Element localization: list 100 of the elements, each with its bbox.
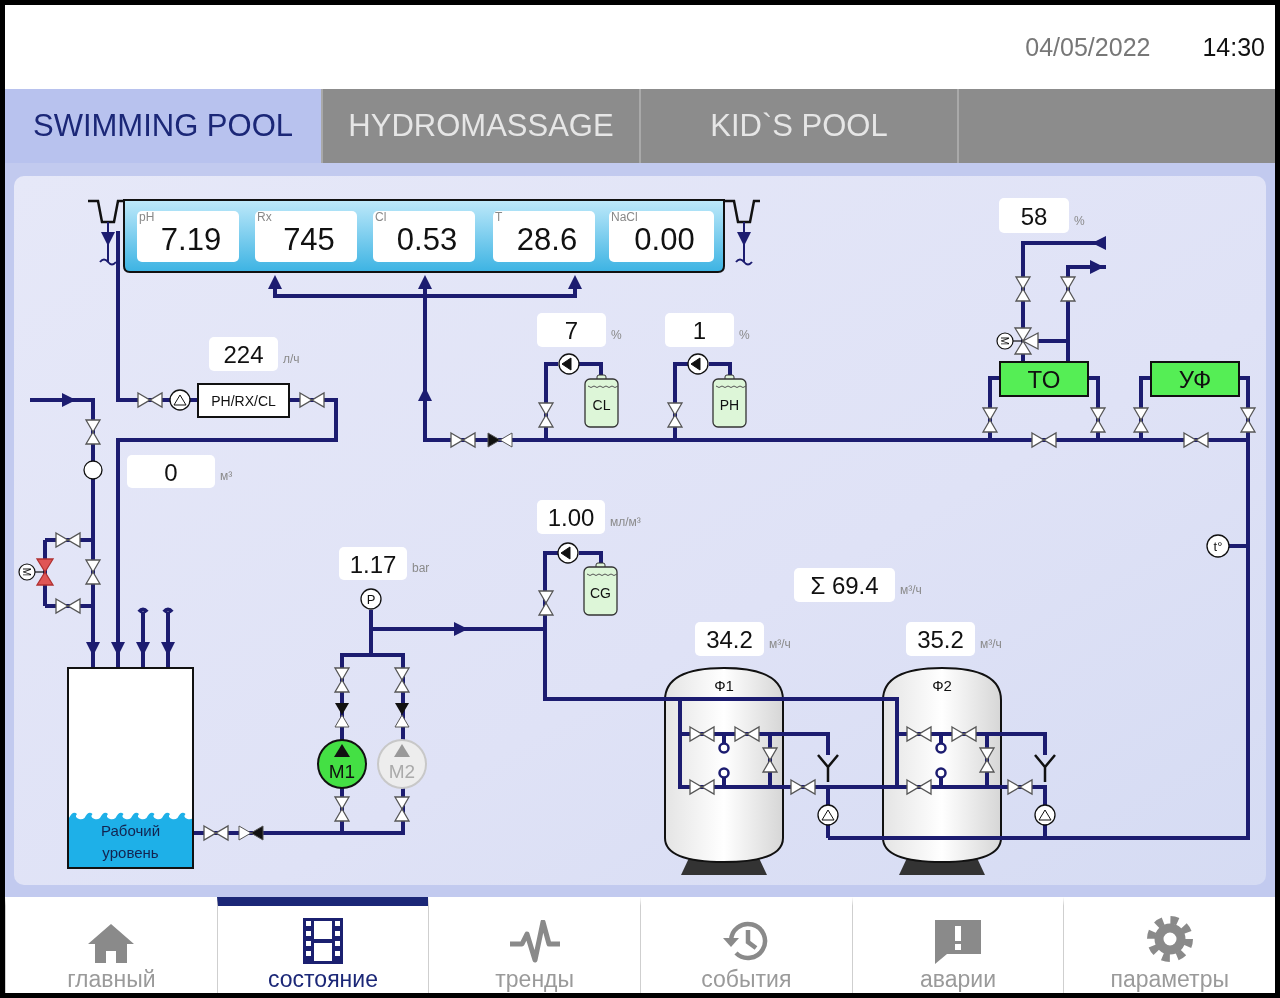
valve-icon <box>790 778 816 796</box>
valve-icon <box>203 824 229 842</box>
sensor-label: pH <box>139 210 155 224</box>
valve-icon <box>299 391 325 409</box>
valve-icon <box>450 431 476 449</box>
valve-icon <box>537 590 555 616</box>
check-valve-icon <box>487 432 513 448</box>
sensor-icon <box>935 767 947 779</box>
unit-label: % <box>611 328 622 342</box>
valve-icon <box>1183 431 1209 449</box>
nav-item[interactable]: состояние <box>216 897 429 993</box>
valve-icon <box>393 667 411 693</box>
valve-icon <box>1007 778 1033 796</box>
date-label: 04/05/2022 <box>1025 32 1151 62</box>
valve-icon <box>761 747 779 773</box>
valve-icon <box>84 559 102 585</box>
valve-icon <box>689 725 715 743</box>
pump-icon <box>1034 804 1056 826</box>
drain-icon <box>816 753 840 784</box>
sensor-label: Rx <box>257 210 272 224</box>
sensor-icon <box>935 742 947 754</box>
value-display: Σ 69.4 <box>794 568 895 602</box>
tab[interactable]: SWIMMING POOL <box>5 89 321 163</box>
drain-icon <box>1033 753 1057 784</box>
valve-icon <box>951 725 977 743</box>
dosing-tank: CG <box>583 562 618 616</box>
unit-label: bar <box>412 561 430 575</box>
heat-exchanger: TO <box>999 361 1089 397</box>
pump: M2 <box>377 739 427 789</box>
sensor-value: 28.6 <box>516 222 578 257</box>
overflow-icon <box>88 199 124 266</box>
unit-label: л/ч <box>283 352 300 366</box>
check-valve-icon <box>334 703 350 728</box>
valve-icon <box>55 531 81 549</box>
value-display: 7 <box>537 313 606 347</box>
valve-icon <box>393 796 411 822</box>
check-valve-icon <box>238 825 264 841</box>
tab[interactable]: HYDROMASSAGE <box>323 89 639 163</box>
film-strip-icon <box>303 918 343 964</box>
value-display: 0 <box>127 455 215 488</box>
valve-icon <box>1239 407 1257 433</box>
flow-arrow-icon <box>418 275 432 289</box>
sensor-icon <box>718 767 730 779</box>
dosing-tank: CL <box>584 374 619 428</box>
check-valve-icon <box>394 703 410 728</box>
value-display: 1.00 <box>537 500 605 534</box>
sensor-label: T <box>495 210 503 224</box>
unit-label: мл/м³ <box>610 515 641 529</box>
unit-label: м³/ч <box>769 637 791 651</box>
valve-icon <box>537 402 555 428</box>
valve-icon <box>666 402 684 428</box>
value-display: 34.2 <box>695 622 764 656</box>
valve-icon <box>1031 431 1057 449</box>
valve-icon <box>1014 276 1032 302</box>
overflow-icon <box>724 199 760 266</box>
flow-meter-icon <box>83 460 103 480</box>
valve-icon <box>978 747 996 773</box>
tab[interactable]: KID`S POOL <box>641 89 957 163</box>
pump-icon <box>558 353 580 375</box>
unit-label: % <box>739 328 750 342</box>
alert-message-icon <box>933 918 983 964</box>
unit-label: м³/ч <box>980 637 1002 651</box>
unit-label: м³/ч <box>900 583 922 597</box>
sensor-icon <box>718 742 730 754</box>
sensor-value: 7.19 <box>160 222 222 257</box>
sensor-value: 745 <box>283 222 335 257</box>
valve-icon <box>333 796 351 822</box>
value-display: 58 <box>999 198 1069 233</box>
valve-icon <box>333 667 351 693</box>
value-display: 224 <box>209 337 278 371</box>
pump-icon <box>169 389 191 411</box>
dosing-tank: PH <box>712 374 747 428</box>
sensor-label: NaCl <box>611 210 638 224</box>
flow-arrow-icon <box>568 275 582 289</box>
uv-unit: УФ <box>1150 361 1240 397</box>
pulse-icon <box>507 920 562 964</box>
valve-icon <box>906 725 932 743</box>
pump-icon <box>557 542 579 564</box>
sensor-value: 0.53 <box>396 222 458 257</box>
value-display: 35.2 <box>906 622 975 656</box>
valve-icon <box>137 391 163 409</box>
valve-icon <box>1059 276 1077 302</box>
valve-icon <box>1089 407 1107 433</box>
settings-icon <box>1144 914 1195 964</box>
pressure-gauge: P <box>360 588 382 610</box>
valve-icon <box>981 407 999 433</box>
pump-icon <box>687 353 709 375</box>
time-label: 14:30 <box>1202 32 1265 62</box>
tank-label: Рабочий уровень <box>101 822 160 861</box>
flow-arrow-icon <box>268 275 282 289</box>
analyzer-box: PH/RX/CL <box>197 383 290 418</box>
valve-icon <box>55 597 81 615</box>
valve-icon <box>1132 407 1150 433</box>
valve-icon <box>689 778 715 796</box>
valve-icon <box>906 778 932 796</box>
sensor-value: 0.00 <box>634 222 695 257</box>
value-display: 1.17 <box>339 547 407 580</box>
unit-label: % <box>1074 214 1085 228</box>
value-display: 1 <box>665 313 734 347</box>
pump-icon <box>817 804 839 826</box>
